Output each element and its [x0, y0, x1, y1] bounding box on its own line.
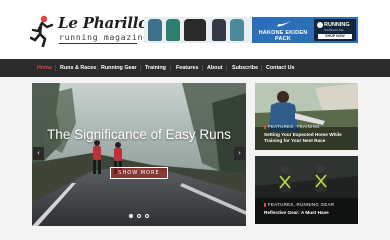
card-category-label[interactable]: FEATURES — [268, 202, 294, 207]
ad-badge-subtitle: WAREHOUSE — [324, 28, 344, 32]
ad-shoe-image — [166, 19, 180, 41]
site-logo[interactable]: Le Pharillon running magazine — [30, 13, 159, 47]
card-category-label[interactable]: TRAINING — [296, 124, 319, 129]
article-card[interactable]: FEATURES, RUNNING GEAR Reflective Gear: … — [255, 156, 358, 224]
card-category[interactable]: FEATURES, TRAINING — [264, 124, 320, 129]
nav-separator — [226, 65, 227, 71]
nav-item-runs-races[interactable]: Runs & Races — [60, 59, 96, 77]
swoosh-logo-icon — [277, 21, 291, 27]
ad-promo-text: HAKONE EKIDEN PACK — [258, 30, 308, 42]
nav-separator — [170, 65, 171, 71]
card-title[interactable]: Setting Your Expected Home While Trainin… — [264, 132, 354, 144]
logo-divider — [59, 43, 137, 44]
nav-item-training[interactable]: Training — [145, 59, 166, 77]
header-ad-banner[interactable]: HAKONE EKIDEN PACK RUNNING WAREHOUSE SHO… — [144, 17, 358, 43]
article-card[interactable]: FEATURES, TRAINING Setting Your Expected… — [255, 83, 358, 150]
nav-separator — [261, 65, 262, 71]
nav-item-features[interactable]: Features — [176, 59, 198, 77]
slide-background-image — [32, 83, 246, 226]
ad-promo-panel: HAKONE EKIDEN PACK RUNNING WAREHOUSE SHO… — [252, 17, 358, 43]
card-category[interactable]: FEATURES, RUNNING GEAR — [264, 202, 334, 207]
nav-item-subscribe[interactable]: Subscribe — [232, 59, 258, 77]
nav-item-contact-us[interactable]: Contact Us — [266, 59, 294, 77]
nav-item-home[interactable]: Home — [37, 59, 52, 77]
chevron-left-icon[interactable]: ‹ — [33, 147, 44, 160]
runner-logo-icon — [30, 15, 54, 47]
featured-slider[interactable]: The Significance of Easy Runs SHOW MORE … — [32, 83, 246, 226]
nav-separator — [55, 65, 56, 71]
card-category-label[interactable]: RUNNING GEAR — [297, 202, 335, 207]
slider-dot[interactable] — [137, 214, 141, 218]
brand-tagline: running magazine — [59, 33, 149, 42]
nav-item-about[interactable]: About — [207, 59, 223, 77]
slide-title[interactable]: The Significance of Easy Runs — [32, 127, 246, 143]
nav-item-running-gear[interactable]: Running Gear — [101, 59, 137, 77]
chevron-right-icon[interactable]: › — [234, 147, 245, 160]
show-more-button[interactable]: SHOW MORE — [110, 167, 168, 179]
card-category-label[interactable]: FEATURES — [268, 124, 294, 129]
main-navigation: Home Runs & Races Running Gear Training … — [0, 59, 390, 77]
ad-store-badge: RUNNING WAREHOUSE SHOP NOW — [314, 19, 356, 41]
ad-shop-now-button[interactable]: SHOP NOW — [318, 34, 352, 39]
site-header: Le Pharillon running magazine HAKONE EKI… — [0, 0, 390, 59]
ad-shoe-image — [230, 19, 244, 41]
nav-separator — [140, 65, 141, 71]
slider-dot[interactable] — [129, 214, 133, 218]
ad-shoe-image — [148, 19, 162, 41]
card-title[interactable]: Reflective Gear: A Must Have — [264, 210, 354, 216]
category-marker — [264, 124, 266, 129]
slider-dot[interactable] — [145, 214, 149, 218]
store-logo-icon — [317, 22, 323, 28]
ad-shoe-image — [184, 19, 206, 41]
category-marker — [264, 202, 266, 207]
ad-shoe-image — [212, 19, 226, 41]
nav-separator — [97, 65, 98, 71]
nav-separator — [202, 65, 203, 71]
